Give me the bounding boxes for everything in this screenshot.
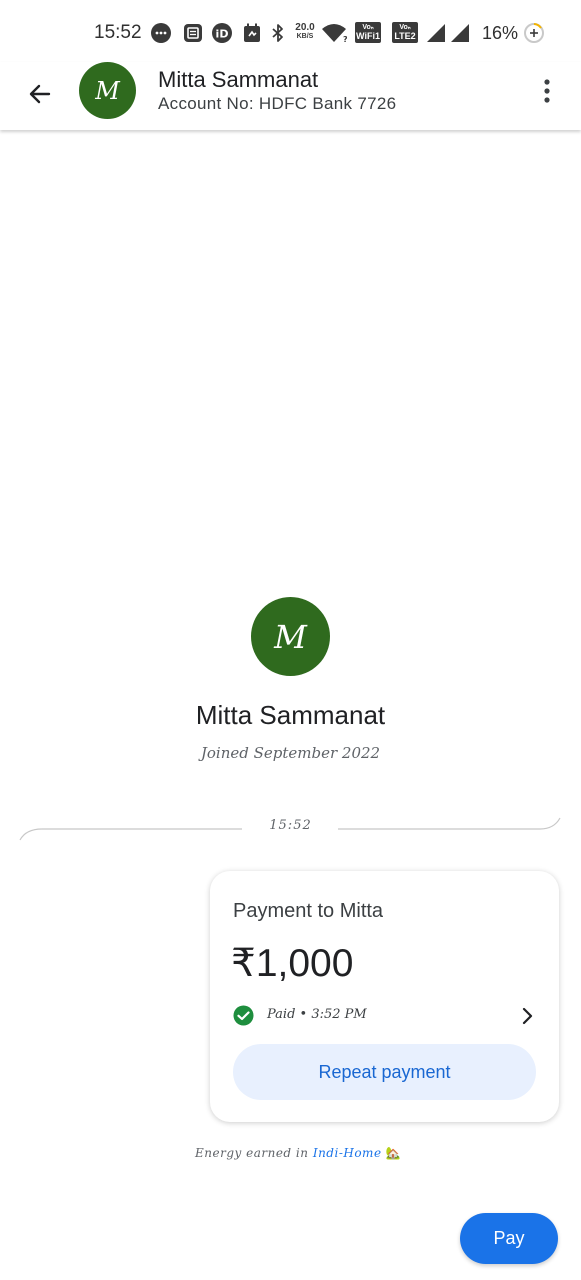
house-emoji-icon: 🏡 bbox=[385, 1146, 402, 1160]
profile-avatar: M bbox=[251, 597, 330, 676]
contact-name[interactable]: Mitta Sammanat bbox=[158, 67, 318, 93]
energy-prefix: Energy earned in bbox=[195, 1146, 309, 1160]
wifi-icon: ? bbox=[322, 24, 347, 44]
messages-icon bbox=[151, 23, 171, 43]
signal-sim1-icon bbox=[427, 24, 445, 42]
contact-avatar[interactable]: M bbox=[79, 62, 136, 119]
payment-title: Payment to Mitta bbox=[233, 900, 384, 922]
battery-percent: 16% bbox=[482, 23, 519, 43]
payment-amount: ₹1,000 bbox=[231, 942, 354, 985]
contact-account-number: Account No: HDFC Bank 7726 bbox=[158, 94, 397, 113]
app-header: M Mitta Sammanat Account No: HDFC Bank 7… bbox=[0, 62, 581, 130]
network-speed-unit: KB/S bbox=[296, 33, 314, 40]
status-bar: 15:52 iD 20.0 KB/S ? Voₙ WiFi1 Voₙ LTE2 bbox=[0, 0, 581, 62]
profile-name: Mitta Sammanat bbox=[195, 700, 386, 730]
divider-timestamp: 15:52 bbox=[269, 818, 312, 833]
pay-button[interactable]: Pay bbox=[460, 1213, 558, 1264]
back-arrow-icon bbox=[29, 84, 51, 104]
status-time: 15:52 bbox=[94, 22, 142, 43]
payment-card[interactable]: Payment to Mitta ₹1,000 Paid • 3:52 PM R… bbox=[210, 871, 559, 1122]
check-circle-icon bbox=[233, 1005, 254, 1026]
profile-joined-date: Joined September 2022 bbox=[200, 744, 381, 762]
volte-badge: Voₙ LTE2 bbox=[392, 22, 418, 43]
payment-status: Paid • 3:52 PM bbox=[267, 1007, 367, 1022]
network-speed: 20.0 KB/S bbox=[292, 23, 318, 41]
vowifi-badge-bottom: WiFi1 bbox=[356, 31, 380, 41]
bluetooth-icon bbox=[272, 24, 283, 42]
repeat-payment-button[interactable]: Repeat payment bbox=[233, 1044, 536, 1100]
signal-sim2-icon bbox=[451, 24, 469, 42]
volte-badge-bottom: LTE2 bbox=[394, 31, 416, 41]
battery-saver-icon bbox=[524, 23, 544, 43]
more-options-button[interactable] bbox=[530, 74, 564, 108]
energy-link[interactable]: Indi-Home bbox=[313, 1146, 382, 1160]
network-speed-value: 20.0 bbox=[295, 22, 315, 33]
chevron-right-icon[interactable] bbox=[516, 1005, 538, 1027]
vowifi-badge: Voₙ WiFi1 bbox=[355, 22, 381, 43]
svg-text:iD: iD bbox=[216, 28, 229, 41]
more-vert-icon bbox=[544, 79, 550, 103]
app-notification-icon bbox=[184, 24, 202, 42]
id-app-icon: iD bbox=[212, 23, 232, 43]
svg-text:?: ? bbox=[343, 35, 347, 44]
calendar-notification-icon bbox=[244, 23, 260, 42]
energy-earned-note: Energy earned in Indi-Home 🏡 bbox=[195, 1146, 401, 1160]
back-button[interactable] bbox=[20, 74, 60, 114]
